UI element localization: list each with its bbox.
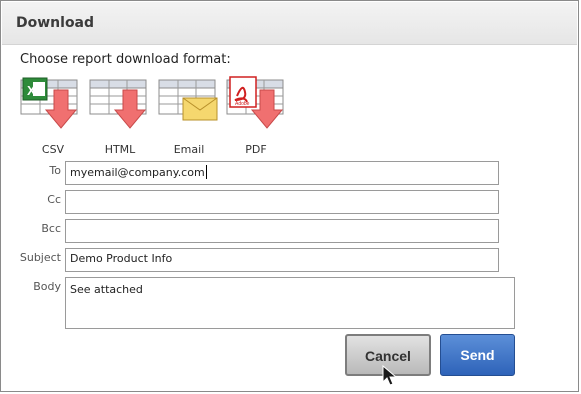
email-format-button[interactable] [158, 76, 220, 132]
csv-excel-download-icon: X [20, 77, 78, 129]
download-dialog: Download Choose report download format: … [0, 0, 579, 392]
subject-field[interactable]: Demo Product Info [65, 248, 499, 272]
body-textarea[interactable]: See attached [65, 277, 515, 329]
csv-format-label: CSV [41, 143, 65, 156]
dialog-title: Download [16, 15, 95, 31]
to-field-value: myemail@company.com [70, 166, 205, 179]
pdf-format-label: PDF [245, 143, 267, 156]
bcc-field[interactable] [65, 219, 499, 243]
format-prompt: Choose report download format: [20, 52, 231, 67]
dialog-titlebar: Download [2, 2, 577, 45]
send-button[interactable]: Send [440, 334, 515, 376]
html-table-download-icon [89, 79, 147, 129]
cc-field[interactable] [65, 190, 499, 214]
pdf-format-button[interactable]: Adobe [226, 76, 288, 132]
svg-text:Adobe: Adobe [235, 101, 250, 107]
svg-text:X: X [27, 83, 36, 98]
html-format-label: HTML [104, 143, 136, 156]
pdf-download-icon: Adobe [226, 76, 284, 129]
cc-label: Cc [47, 193, 61, 206]
subject-label: Subject [19, 251, 61, 264]
email-envelope-icon [158, 79, 218, 121]
csv-format-button[interactable]: X [20, 76, 82, 132]
to-field[interactable]: myemail@company.com [65, 161, 499, 185]
html-format-button[interactable] [89, 76, 151, 132]
body-label: Body [33, 280, 61, 293]
bcc-label: Bcc [41, 222, 61, 235]
text-caret [205, 165, 207, 179]
mouse-pointer-icon [382, 365, 398, 386]
to-label: To [49, 164, 61, 177]
email-format-label: Email [173, 143, 205, 156]
